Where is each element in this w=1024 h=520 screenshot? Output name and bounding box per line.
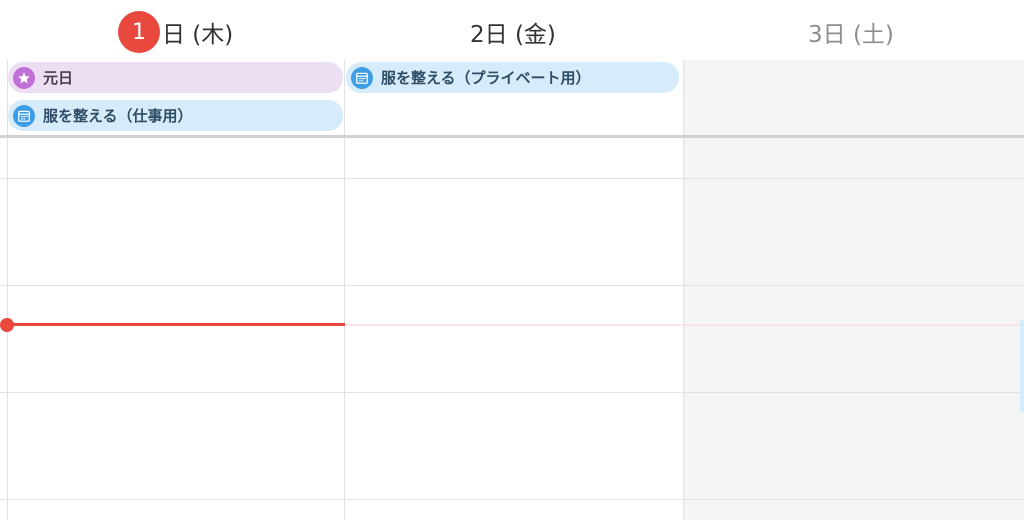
all-day-event-holiday[interactable]: 元日 [8,62,343,93]
offscreen-event-edge[interactable] [1020,320,1024,412]
hour-line [0,392,1024,393]
event-title: 服を整える（仕事用） [43,107,193,125]
current-time-line-extension [345,324,1024,326]
event-title: 元日 [43,69,74,87]
all-day-event-private-clothes[interactable]: 服を整える（プライベート用） [346,62,679,93]
all-day-event-work-clothes[interactable]: 服を整える（仕事用） [8,100,343,131]
day-header-thursday-label: 日 (木) [162,22,234,48]
day-header-thursday[interactable]: 1 日 (木) [118,11,234,53]
event-title: 服を整える（プライベート用） [381,69,591,87]
star-icon [13,66,35,89]
day-header-saturday-label: 3日 (土) [808,22,894,48]
day-header-bar: 1 日 (木) 2日 (金) 3日 (土) [0,0,1024,60]
saturday-column-shade [683,60,1024,520]
current-time-line [6,323,345,326]
hour-line [0,285,1024,286]
today-badge: 1 [118,11,160,53]
current-time-dot [0,318,14,332]
hour-line [0,178,1024,179]
day-header-saturday[interactable]: 3日 (土) [808,14,894,50]
calendar-week-view: 1 日 (木) 2日 (金) 3日 (土) 元日 服を整える（仕事用） 服を整え… [0,0,1024,520]
column-divider-left [7,60,8,520]
day-header-friday[interactable]: 2日 (金) [470,14,556,50]
calendar-icon [13,104,35,127]
calendar-icon [351,66,373,89]
day-header-friday-label: 2日 (金) [470,22,556,48]
all-day-divider [0,135,1024,138]
hour-line [0,499,1024,500]
column-divider-thu-fri [344,60,345,520]
column-divider-fri-sat [683,60,684,520]
